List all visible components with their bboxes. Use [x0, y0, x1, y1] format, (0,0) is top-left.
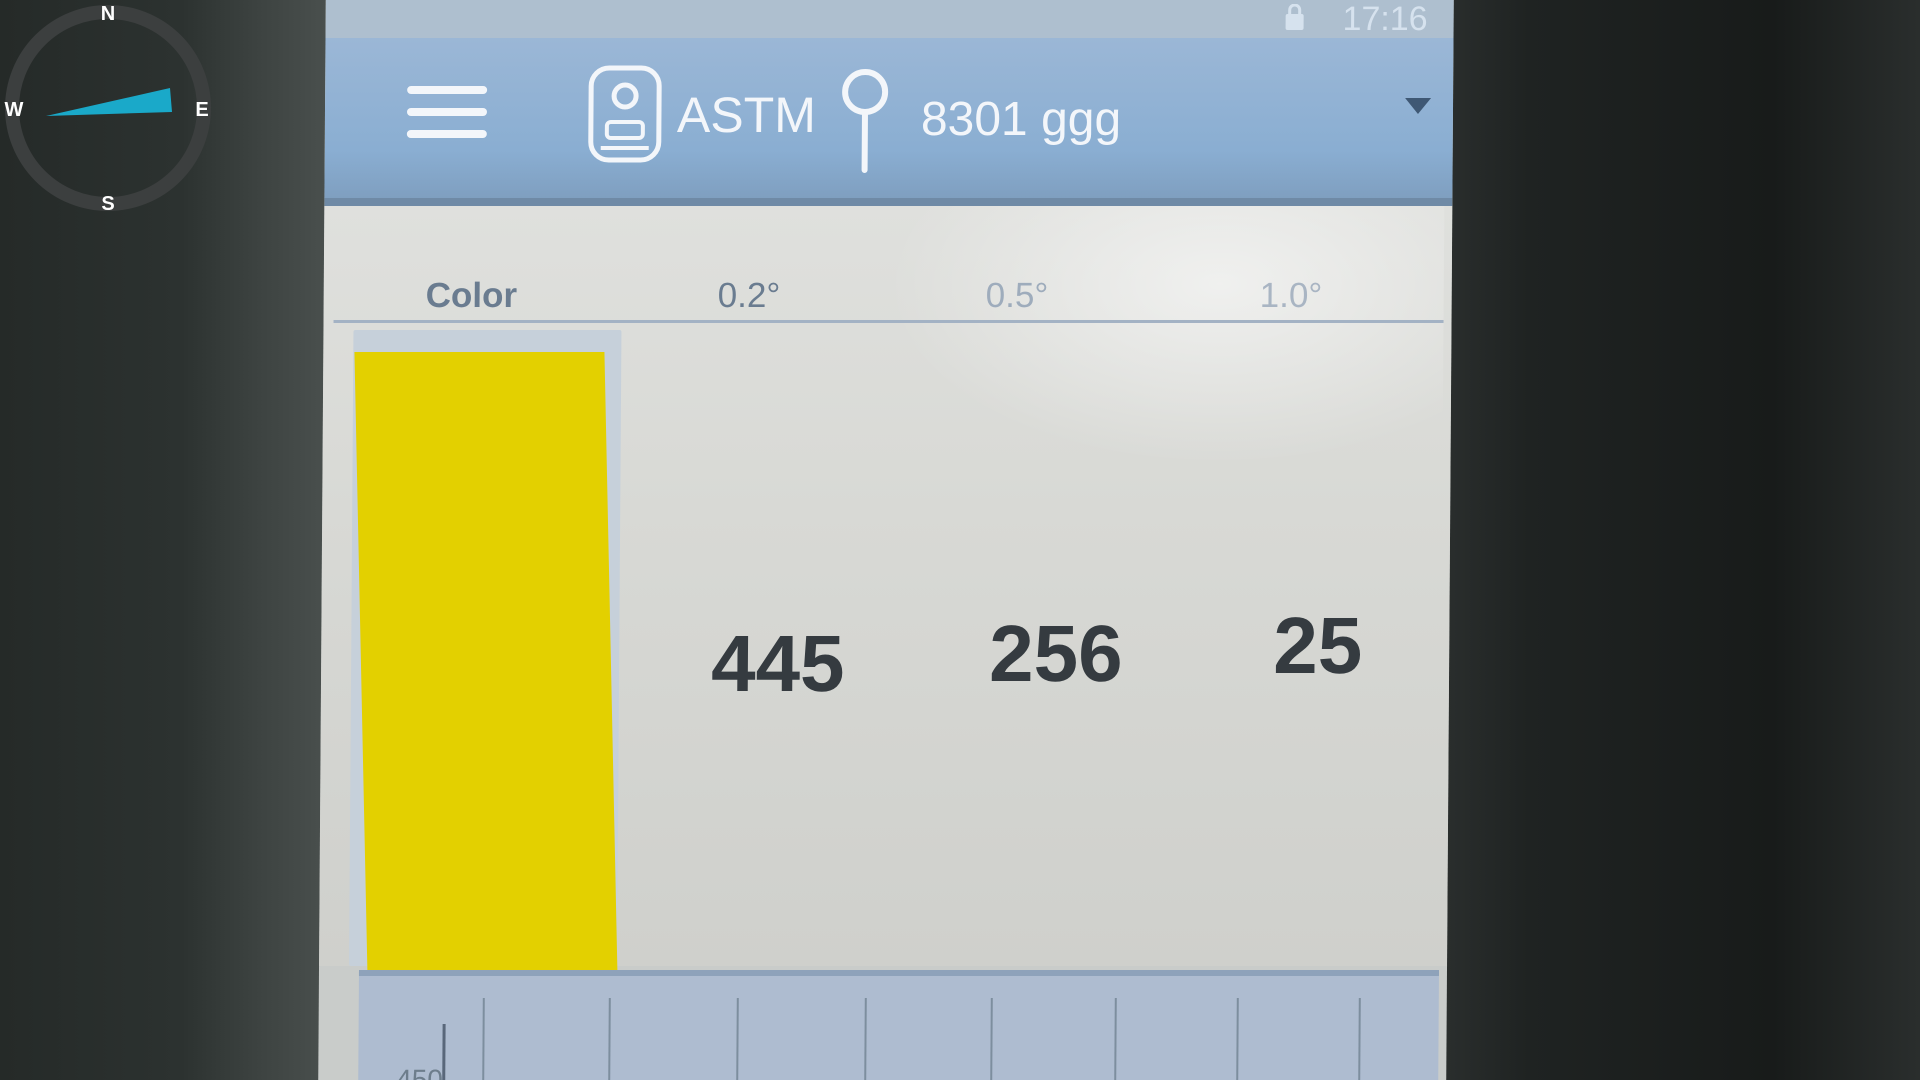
value-0.2: 445: [710, 619, 845, 708]
column-header-0.5: 0.5°: [985, 276, 1049, 315]
app-header: ASTM 8301 ggg: [324, 38, 1454, 206]
column-header-color: Color: [425, 276, 518, 315]
results-panel: Color 0.2° 0.5° 1.0° 445 256 25: [319, 206, 1453, 988]
status-bar: 17:16: [325, 0, 1454, 38]
value-0.5: 256: [988, 609, 1124, 698]
color-swatch: [354, 352, 618, 988]
device-icon[interactable]: [587, 64, 664, 164]
value-1.0: 25: [1272, 601, 1363, 690]
lock-icon: [1285, 4, 1304, 30]
device-screen: 17:16 ASTM 8301 ggg Color 0.2° 0.5° 1.0°: [318, 0, 1454, 1080]
compass-needle: [46, 88, 172, 116]
dropdown-icon[interactable]: [1405, 98, 1432, 116]
header-divider: [333, 320, 1444, 323]
column-header-1.0: 1.0°: [1259, 276, 1323, 315]
compass-east: E: [195, 99, 208, 121]
sample-pin-icon[interactable]: [837, 66, 894, 174]
photo-background-right: [1430, 0, 1920, 1080]
compass-south: S: [101, 193, 114, 215]
status-time: 17:16: [1342, 0, 1428, 38]
sample-name[interactable]: 8301 ggg: [921, 92, 1122, 147]
menu-icon[interactable]: [406, 86, 488, 142]
compass-west: W: [5, 99, 24, 121]
column-header-0.2: 0.2°: [717, 276, 781, 315]
standard-label[interactable]: ASTM: [677, 86, 816, 144]
chart-area: 450: [358, 970, 1439, 1080]
compass-north: N: [101, 3, 115, 25]
compass-overlay: N S W E: [5, 3, 211, 215]
chart-y-tick: 450: [396, 1064, 444, 1080]
